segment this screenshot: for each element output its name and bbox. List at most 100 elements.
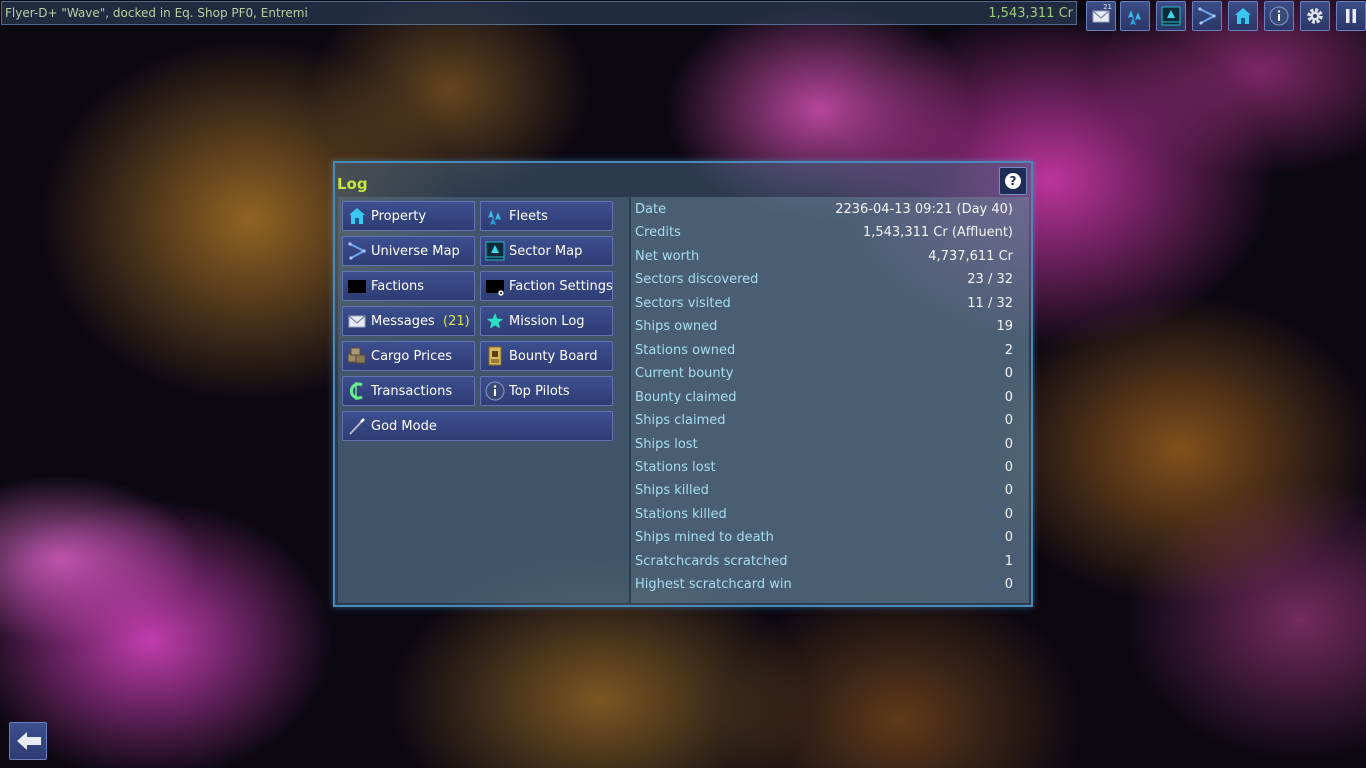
universe-map-button[interactable]: Universe Map [342,236,475,266]
credits-readout: 1,543,311 Cr [988,6,1073,21]
stat-value: 0 [1004,483,1013,499]
stat-value: 0 [1004,577,1013,593]
stat-value: 11 / 32 [967,295,1013,311]
sector-map-button[interactable]: Sector Map [480,236,613,266]
stat-value: 23 / 32 [967,272,1013,288]
stat-label: Ships lost [635,436,698,452]
help-button[interactable]: ? [999,167,1027,195]
star-icon [487,313,503,329]
top-pilots-button[interactable]: Top Pilots [480,376,613,406]
stat-value: 2 [1004,342,1013,358]
ship-location-text: Flyer-D+ "Wave", docked in Eq. Shop PF0,… [5,6,308,20]
statistics-panel: Date 2236-04-13 09:21 (Day 40) Credits 1,54… [631,197,1029,603]
stat-row: Ships mined to death 0 [635,530,1013,550]
stat-label: Ships claimed [635,413,726,429]
stat-label: Current bounty [635,366,734,382]
cargo-crates-icon [347,347,366,364]
stat-label: Date [635,202,667,217]
stat-value: 0 [1004,389,1013,405]
stat-value: 2236-04-13 09:21 (Day 40) [835,202,1013,217]
fleets-button[interactable] [1120,1,1150,31]
property-button[interactable]: Property [342,201,475,231]
info-icon [1269,6,1289,26]
messages-icon [348,315,366,328]
stat-label: Net worth [635,248,700,264]
messages-count: (21) [443,314,470,329]
info-button[interactable] [1264,1,1294,31]
stat-label: Bounty claimed [635,389,737,405]
sector-map-button[interactable] [1156,1,1186,31]
credits-symbol-icon [349,382,363,400]
wanted-poster-icon [488,346,502,366]
settings-button[interactable] [1300,1,1330,31]
stat-row: Stations lost 0 [635,460,1013,480]
stat-label: Ships killed [635,483,709,499]
property-button[interactable] [1228,1,1258,31]
stat-label: Stations killed [635,506,727,522]
fleets-icon [488,210,501,225]
stat-row: Net worth 4,737,611 Cr [635,249,1013,269]
stat-value: 0 [1004,413,1013,429]
stat-value: 1 [1004,553,1013,569]
stat-label: Sectors discovered [635,272,759,288]
factions-icon [348,280,366,293]
log-dialog: Log ? Property Fleets Universe Map Secto… [333,161,1033,607]
stat-row: Sectors discovered 23 / 32 [635,272,1013,292]
stat-value: 1,543,311 Cr (Affluent) [862,225,1013,241]
sector-map-icon [1161,6,1181,26]
bounty-board-button[interactable]: Bounty Board [480,341,613,371]
settings-icon [1307,8,1323,24]
mission-log-button[interactable]: Mission Log [480,306,613,336]
stat-label: Sectors visited [635,295,731,311]
stat-row: Credits 1,543,311 Cr (Affluent) [635,225,1013,245]
fleets-button[interactable]: Fleets [480,201,613,231]
stat-label: Stations lost [635,459,716,475]
stat-row: Date 2236-04-13 09:21 (Day 40) [635,202,1013,222]
stat-label: Credits [635,225,681,241]
cargo-prices-button[interactable]: Cargo Prices [342,341,475,371]
factions-button[interactable]: Factions [342,271,475,301]
stat-row: Ships claimed 0 [635,413,1013,433]
dialog-title: Log [337,175,368,193]
pause-icon [1346,9,1356,23]
stat-row: Ships lost 0 [635,437,1013,457]
help-icon: ? [1005,173,1021,189]
stat-value: 0 [1004,459,1013,475]
stat-label: Scratchcards scratched [635,553,788,569]
status-bar: Flyer-D+ "Wave", docked in Eq. Shop PF0,… [1,1,1077,25]
property-icon [349,208,365,224]
pause-button[interactable] [1336,1,1366,31]
stat-label: Ships mined to death [635,530,774,546]
messages-button[interactable]: Messages (21) [342,306,475,336]
stat-row: Scratchcards scratched 1 [635,554,1013,574]
messages-button[interactable]: 21 [1086,1,1116,31]
property-icon [1235,8,1251,24]
stat-label: Stations owned [635,342,736,358]
log-menu-panel: Property Fleets Universe Map Sector Map … [338,197,629,603]
stat-row: Stations killed 0 [635,507,1013,527]
stat-value: 4,737,611 Cr [928,248,1013,264]
god-mode-button[interactable]: God Mode [342,411,613,441]
arrow-left-icon [17,732,41,750]
stat-row: Ships owned 19 [635,319,1013,339]
fleets-icon [1128,10,1141,25]
stat-label: Highest scratchcard win [635,577,792,593]
universe-map-button[interactable] [1192,1,1222,31]
stat-value: 19 [996,319,1013,335]
messages-badge: 21 [1103,3,1112,11]
stat-row: Current bounty 0 [635,366,1013,386]
stat-row: Highest scratchcard win 0 [635,577,1013,597]
wand-icon [349,418,365,435]
stat-value: 0 [1004,530,1013,546]
stat-value: 0 [1004,506,1013,522]
stat-value: 0 [1004,366,1013,382]
transactions-button[interactable]: Transactions [342,376,475,406]
stat-row: Stations owned 2 [635,343,1013,363]
stat-row: Sectors visited 11 / 32 [635,296,1013,316]
stat-row: Bounty claimed 0 [635,390,1013,410]
universe-map-icon [348,242,367,260]
stat-row: Ships killed 0 [635,483,1013,503]
faction-settings-button[interactable]: Faction Settings [480,271,613,301]
stat-value: 0 [1004,436,1013,452]
back-button[interactable] [9,722,47,760]
